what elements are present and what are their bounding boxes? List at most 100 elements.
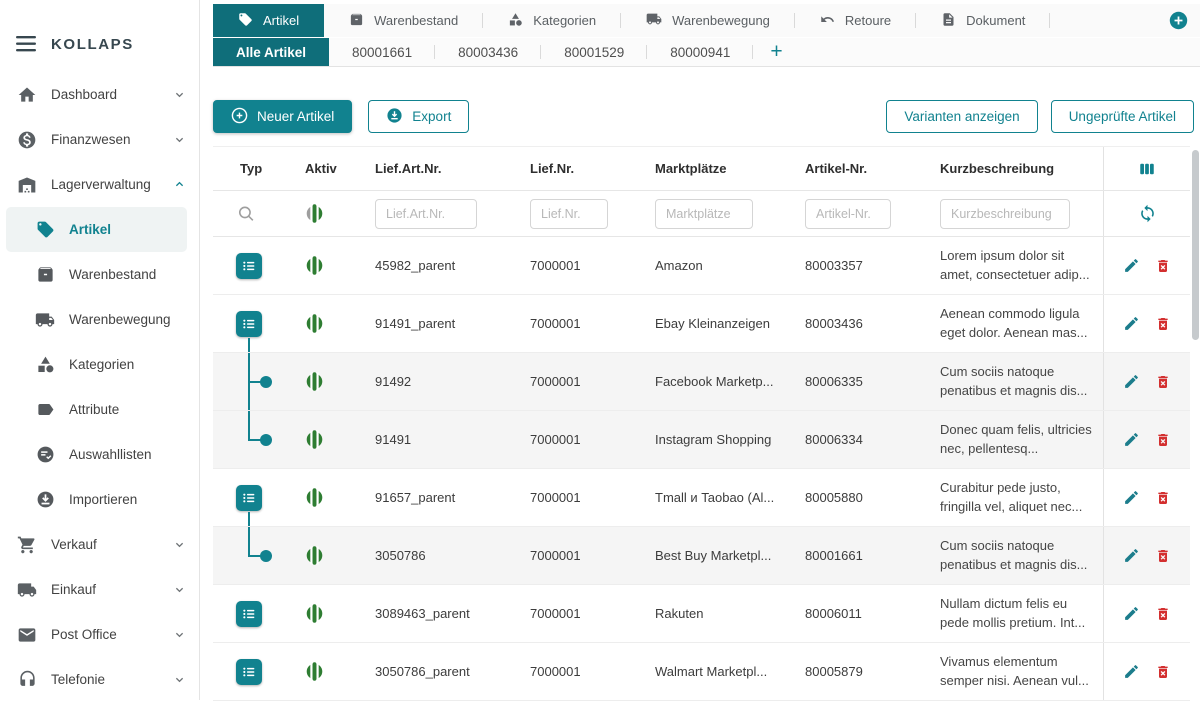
sidebar-item-attribute[interactable]: Attribute [6,387,187,432]
column-header-lief-nr[interactable]: Lief.Nr. [503,161,628,176]
edit-icon[interactable] [1123,663,1140,680]
delete-icon[interactable] [1155,432,1171,448]
tab-kategorien[interactable]: Kategorien [483,4,621,37]
filter-kurzbeschreibung-input[interactable] [940,199,1070,229]
active-toggle-icon[interactable] [305,314,348,333]
tab-warenbewegung[interactable]: Warenbewegung [621,4,795,37]
sidebar-item-kategorien[interactable]: Kategorien [6,342,187,387]
column-header-artikel-nr[interactable]: Artikel-Nr. [778,161,913,176]
active-toggle-icon[interactable] [305,546,348,565]
delete-icon[interactable] [1155,606,1171,622]
tab-artikel[interactable]: Artikel [213,4,324,37]
item-tab-alle-artikel[interactable]: Alle Artikel [213,38,329,66]
marktplatz: Ebay Kleinanzeigen [628,316,778,331]
filter-lief-nr-input[interactable] [530,199,608,229]
sidebar-item-dashboard[interactable]: Dashboard [0,72,199,117]
sidebar-item-warenbewegung[interactable]: Warenbewegung [6,297,187,342]
active-toggle-icon[interactable] [305,256,348,275]
tag-icon [34,220,56,239]
marktplatz: Facebook Marketp... [628,374,778,389]
item-tab-80001529[interactable]: 80001529 [541,38,647,66]
item-tab-80003436[interactable]: 80003436 [435,38,541,66]
item-tab-80000941[interactable]: 80000941 [647,38,753,66]
artikel-nr: 80006011 [778,606,913,621]
article-list-icon[interactable] [236,659,262,685]
add-circle-icon[interactable] [1169,11,1188,30]
item-tab-bar: Alle Artikel 80001661 80003436 80001529 … [213,38,1200,67]
search-icon[interactable] [237,204,256,223]
show-variants-button[interactable]: Varianten anzeigen [886,100,1037,133]
active-toggle-icon[interactable] [305,604,348,623]
column-header-lief-art-nr[interactable]: Lief.Art.Nr. [348,161,503,176]
lief-nr: 7000001 [503,432,628,447]
tab-retoure[interactable]: Retoure [795,4,916,37]
edit-icon[interactable] [1123,547,1140,564]
article-list-icon[interactable] [236,485,262,511]
sidebar-item-finanzwesen[interactable]: Finanzwesen [0,117,199,162]
active-toggle-icon[interactable] [305,488,348,507]
column-header-typ[interactable]: Typ [213,161,278,176]
new-article-button[interactable]: Neuer Artikel [213,100,352,133]
filter-typ-cell [213,191,278,236]
delete-icon[interactable] [1155,374,1171,390]
edit-icon[interactable] [1123,315,1140,332]
table-row[interactable]: 3050786_parent 7000001 Walmart Marketpl.… [213,643,1190,701]
article-list-icon[interactable] [236,601,262,627]
column-header-kurzbeschreibung[interactable]: Kurzbeschreibung [913,161,1103,176]
edit-icon[interactable] [1123,257,1140,274]
edit-icon[interactable] [1123,431,1140,448]
refresh-icon[interactable] [1138,204,1157,223]
sidebar-item-einkauf[interactable]: Einkauf [0,567,199,612]
tab-warenbestand[interactable]: Warenbestand [324,4,483,37]
edit-icon[interactable] [1123,373,1140,390]
article-list-icon[interactable] [236,253,262,279]
active-toggle-icon[interactable] [305,204,348,223]
sidebar-item-artikel[interactable]: Artikel [6,207,187,252]
table-row[interactable]: 91491 7000001 Instagram Shopping 8000633… [213,411,1190,469]
column-header-aktiv[interactable]: Aktiv [278,161,348,176]
article-list-icon[interactable] [236,311,262,337]
filter-lief-art-nr-input[interactable] [375,199,477,229]
filter-marktplaetze-input[interactable] [655,199,753,229]
table-row[interactable]: 91491_parent 7000001 Ebay Kleinanzeigen … [213,295,1190,353]
sidebar-item-auswahllisten[interactable]: Auswahllisten [6,432,187,477]
kurzbeschreibung: Vivamus elementum semper nisi. Aenean vu… [913,653,1103,691]
table-row[interactable]: 45982_parent 7000001 Amazon 80003357 Lor… [213,237,1190,295]
columns-icon[interactable] [1138,160,1156,178]
edit-icon[interactable] [1123,605,1140,622]
export-button[interactable]: Export [368,100,469,133]
edit-icon[interactable] [1123,489,1140,506]
sidebar-item-warenbestand[interactable]: Warenbestand [6,252,187,297]
sidebar-item-label: Importieren [69,492,175,507]
table-row[interactable]: 91657_parent 7000001 Tmall и Taobao (Al.… [213,469,1190,527]
item-tab-80001661[interactable]: 80001661 [329,38,435,66]
active-toggle-icon[interactable] [305,430,348,449]
menu-icon[interactable] [16,36,36,52]
table-row[interactable]: 3050786 7000001 Best Buy Marketpl... 800… [213,527,1190,585]
unchecked-articles-button[interactable]: Ungeprüfte Artikel [1051,100,1194,133]
add-item-tab-button[interactable]: + [753,38,799,66]
delete-icon[interactable] [1155,490,1171,506]
kurzbeschreibung: Nullam dictum felis eu pede mollis preti… [913,595,1103,633]
sidebar-item-post-office[interactable]: Post Office [0,612,199,657]
tab-dokument[interactable]: Dokument [916,4,1050,37]
sidebar-item-verkauf[interactable]: Verkauf [0,522,199,567]
delete-icon[interactable] [1155,258,1171,274]
sidebar-item-telefonie[interactable]: Telefonie [0,657,199,702]
active-toggle-icon[interactable] [305,662,348,681]
app-title: KOLLAPS [51,36,134,53]
active-toggle-icon[interactable] [305,372,348,391]
delete-icon[interactable] [1155,316,1171,332]
column-header-marktplaetze[interactable]: Marktplätze [628,161,778,176]
tree-line [248,527,250,556]
delete-icon[interactable] [1155,548,1171,564]
table-row[interactable]: 91492 7000001 Facebook Marketp... 800063… [213,353,1190,411]
table-row[interactable]: 3089463_parent 7000001 Rakuten 80006011 … [213,585,1190,643]
artikel-nr: 80006335 [778,374,913,389]
filter-artikel-nr-input[interactable] [805,199,891,229]
sidebar-item-importieren[interactable]: Importieren [6,477,187,522]
sidebar-item-lagerverwaltung[interactable]: Lagerverwaltung [0,162,199,207]
delete-icon[interactable] [1155,664,1171,680]
tree-line [248,338,250,352]
vertical-scrollbar[interactable] [1192,150,1199,340]
